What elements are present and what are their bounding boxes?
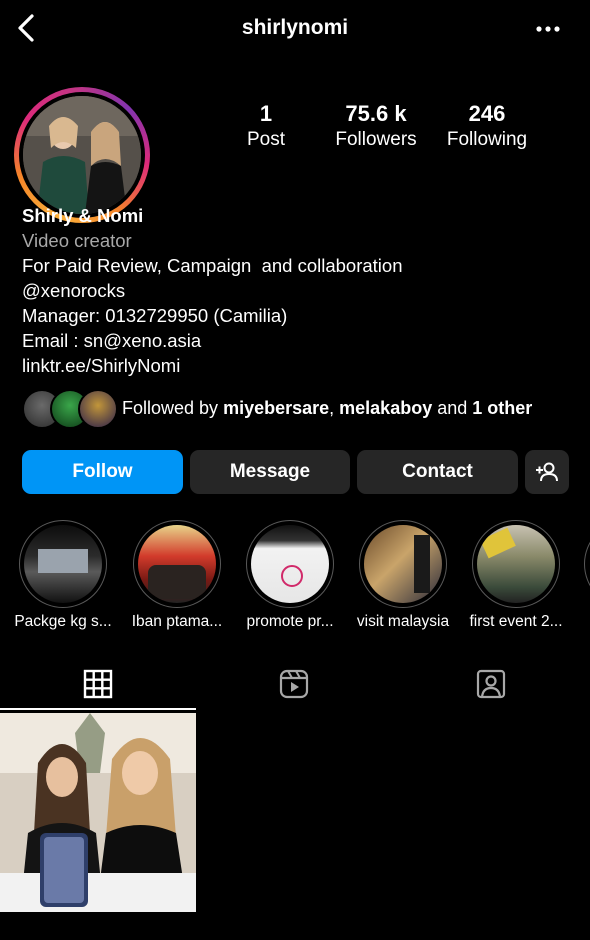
story-highlight[interactable]: Iban ptama... <box>125 520 229 631</box>
stat-followers-count: 75.6 k <box>345 101 407 126</box>
profile-category: Video creator <box>22 230 132 251</box>
story-highlight-cover <box>19 520 107 608</box>
story-highlight[interactable]: promote pr... <box>238 520 342 631</box>
grid-icon[interactable] <box>82 668 114 700</box>
stat-following-count: 246 <box>468 101 506 126</box>
tagged-icon[interactable] <box>475 668 507 700</box>
stat-following-label: Following <box>446 129 528 150</box>
story-highlight-cover <box>472 520 560 608</box>
message-button[interactable]: Message <box>190 450 350 494</box>
story-highlight-label: first event 2... <box>469 613 563 630</box>
stat-posts-count: 1 <box>259 101 273 126</box>
follow-button[interactable]: Follow <box>22 450 183 494</box>
story-highlight-cover <box>246 520 334 608</box>
reels-icon[interactable] <box>278 668 310 700</box>
bio-mention-link[interactable]: @xenorocks <box>22 278 403 303</box>
profile-bio: Shirly & Nomi Video creator For Paid Rev… <box>22 203 403 378</box>
followed-by-text[interactable]: Followed by miyebersare, melakaboy and 1… <box>122 398 532 419</box>
story-highlight-partial[interactable] <box>584 520 590 608</box>
mutual-followers-avatars[interactable] <box>22 389 118 429</box>
bio-manager-line: Manager: 0132729950 (Camilia) <box>22 305 288 326</box>
bio-email-line: Email : sn@xeno.asia <box>22 330 202 351</box>
profile-username-title: shirlynomi <box>241 16 349 39</box>
bio-website-link[interactable]: linktr.ee/ShirlyNomi <box>22 353 403 378</box>
stat-followers[interactable]: 75.6 k Followers <box>321 100 431 152</box>
contact-button[interactable]: Contact <box>357 450 518 494</box>
followed-by-user1: miyebersare <box>223 398 330 418</box>
story-highlight[interactable]: visit malaysia <box>351 520 455 631</box>
story-highlight-cover <box>133 520 221 608</box>
stat-following[interactable]: 246 Following <box>432 100 542 152</box>
followed-by-user2: melakaboy <box>339 398 433 418</box>
post-thumbnail[interactable] <box>0 713 196 912</box>
followed-by-prefix: Followed by <box>122 398 224 418</box>
story-highlight-label: Iban ptama... <box>131 613 223 630</box>
add-person-icon <box>536 462 558 482</box>
stat-followers-label: Followers <box>335 129 417 150</box>
suggested-users-button[interactable] <box>525 450 569 494</box>
story-highlight-label: visit malaysia <box>356 613 450 630</box>
followed-by-and: and <box>432 398 473 418</box>
story-highlight[interactable]: first event 2... <box>464 520 568 631</box>
story-highlight-label: promote pr... <box>246 613 334 630</box>
followed-by-others: 1 other <box>472 398 533 418</box>
bio-line: For Paid Review, Campaign and collaborat… <box>22 255 403 276</box>
mutual-follower-avatar <box>78 389 118 429</box>
stat-posts-label: Post <box>246 129 286 150</box>
active-tab-indicator <box>0 708 196 710</box>
stat-posts[interactable]: 1 Post <box>211 100 321 152</box>
followed-by-separator: , <box>329 398 340 418</box>
story-highlight-label: Packge kg s... <box>14 613 112 630</box>
profile-display-name: Shirly & Nomi <box>22 205 144 226</box>
story-highlight[interactable]: Packge kg s... <box>11 520 115 631</box>
story-highlight-cover <box>359 520 447 608</box>
more-options-icon[interactable] <box>534 22 562 36</box>
